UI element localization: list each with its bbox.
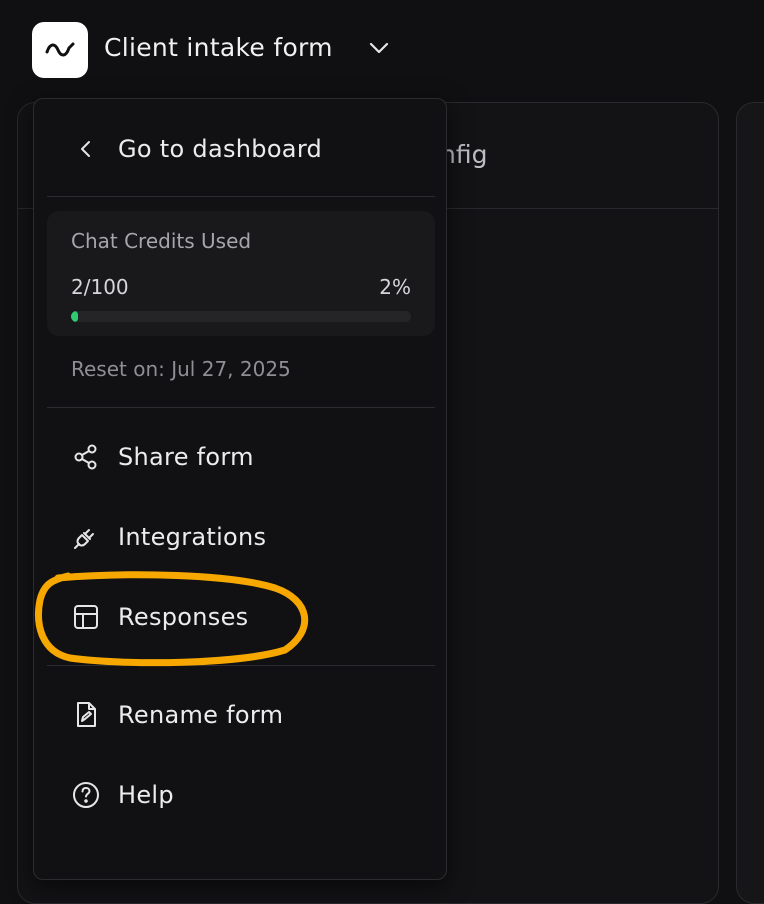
rename-form-item[interactable]: Rename form	[72, 690, 283, 740]
preview-panel	[736, 102, 764, 904]
form-menu-dropdown: Go to dashboard Chat Credits Used 2/100 …	[33, 98, 447, 880]
chevron-left-icon	[72, 135, 100, 163]
credits-count: 2/100	[71, 275, 129, 299]
go-to-dashboard-label: Go to dashboard	[118, 135, 323, 163]
share-form-item[interactable]: Share form	[72, 432, 254, 482]
table-icon	[72, 603, 100, 631]
file-edit-icon	[72, 701, 100, 729]
integrations-label: Integrations	[118, 523, 267, 551]
integrations-item[interactable]: Integrations	[72, 512, 266, 562]
help-circle-icon	[72, 781, 100, 809]
credits-reset-date: Reset on: Jul 27, 2025	[71, 357, 291, 381]
config-tab[interactable]: nfig	[440, 140, 487, 169]
menu-divider	[47, 407, 435, 408]
chat-credits-card: Chat Credits Used 2/100 2%	[47, 211, 435, 336]
go-to-dashboard-item[interactable]: Go to dashboard	[72, 124, 322, 174]
menu-divider	[47, 196, 435, 197]
chevron-down-icon[interactable]	[368, 40, 390, 60]
responses-item[interactable]: Responses	[72, 592, 248, 642]
credits-progress-fill	[71, 311, 78, 322]
credits-progress-bar	[71, 311, 411, 322]
app-header: Client intake form	[0, 0, 764, 100]
rename-form-label: Rename form	[118, 701, 284, 729]
form-title[interactable]: Client intake form	[104, 33, 333, 62]
help-label: Help	[118, 781, 174, 809]
responses-label: Responses	[118, 603, 249, 631]
share-icon	[72, 443, 100, 471]
credits-percent: 2%	[379, 275, 411, 299]
share-form-label: Share form	[118, 443, 254, 471]
plug-icon	[72, 523, 100, 551]
credits-title: Chat Credits Used	[71, 229, 252, 253]
help-item[interactable]: Help	[72, 770, 174, 820]
menu-divider	[47, 665, 435, 666]
wave-logo-icon[interactable]	[32, 22, 88, 78]
